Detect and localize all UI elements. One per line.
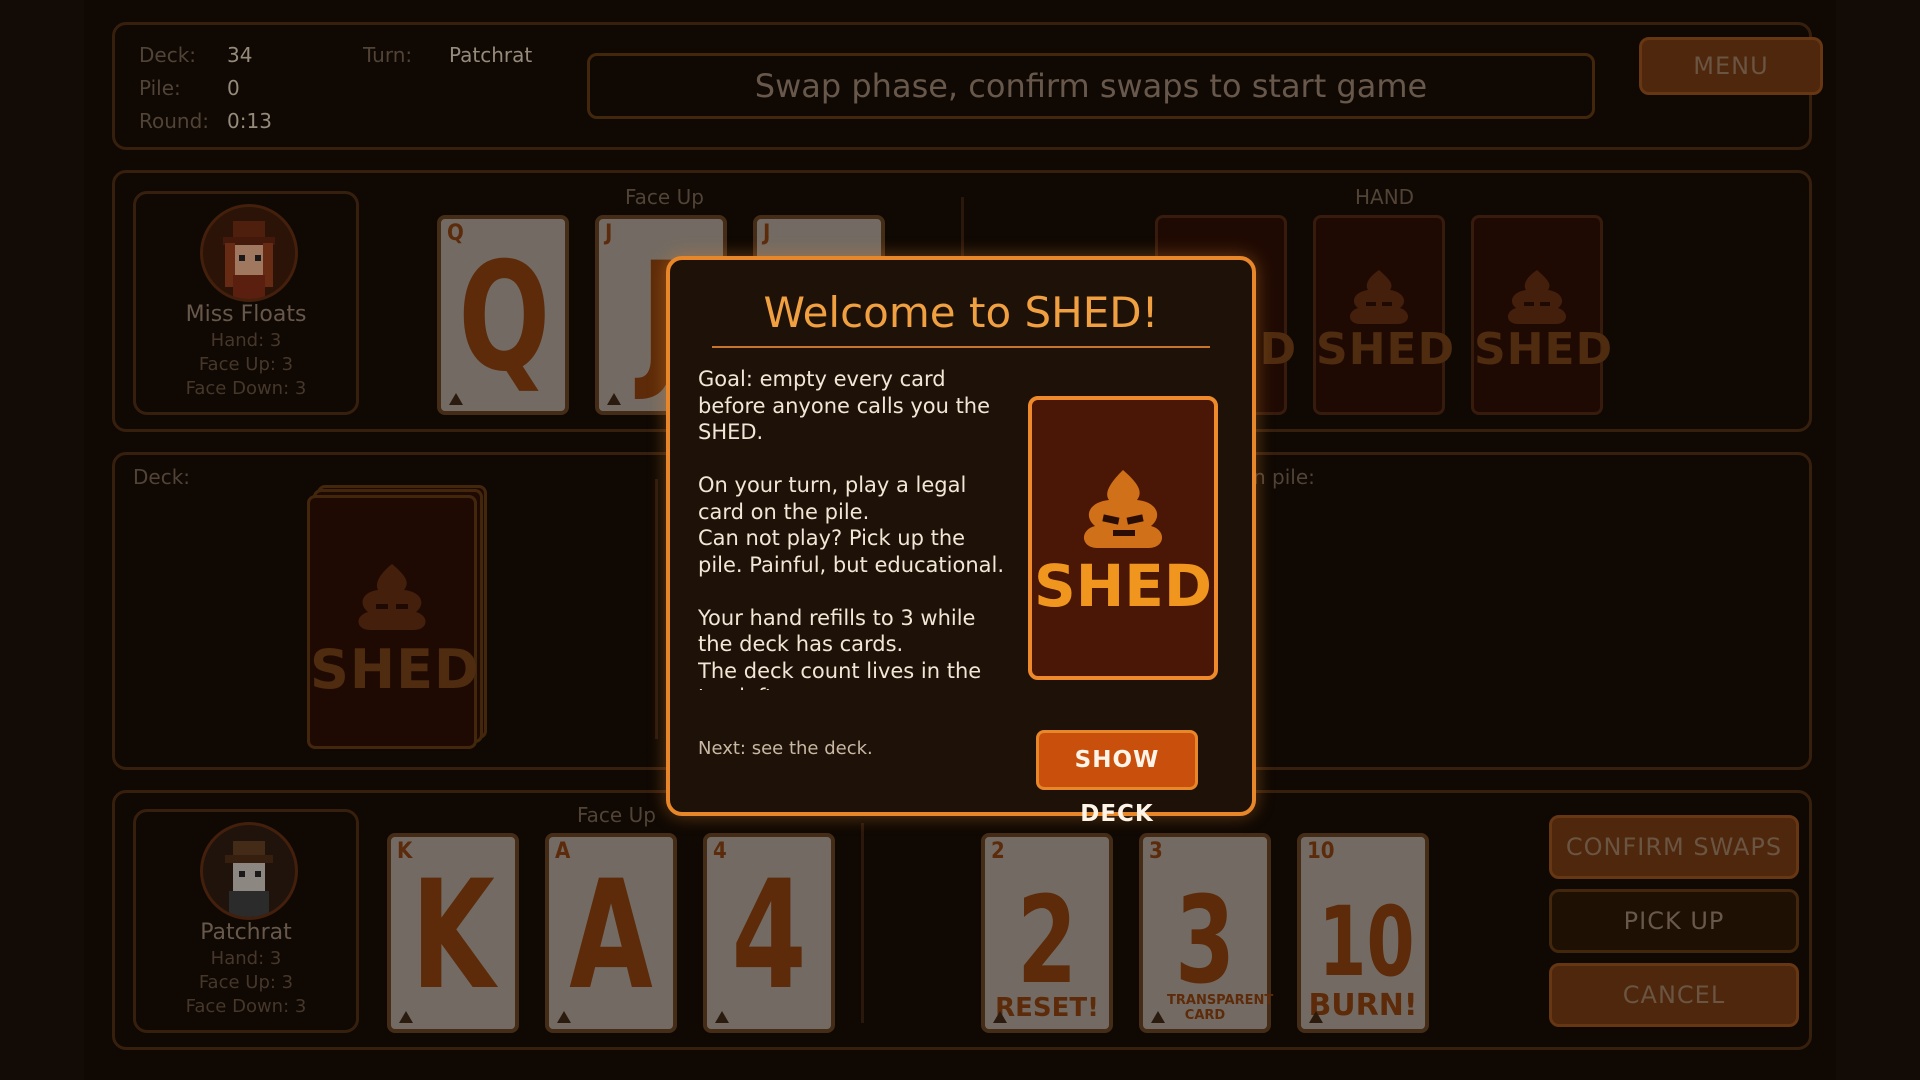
- dialog-title: Welcome to SHED!: [763, 288, 1159, 337]
- welcome-dialog: Welcome to SHED! Goal: empty every card …: [666, 256, 1256, 827]
- shed-logo-text: SHED: [1033, 552, 1213, 620]
- poop-mascot-icon: [1083, 470, 1163, 548]
- title-divider: [712, 346, 1210, 348]
- dialog-body-text[interactable]: Goal: empty every card before anyone cal…: [698, 366, 1008, 690]
- next-step-hint: Next: see the deck.: [698, 738, 873, 759]
- show-deck-button[interactable]: SHOW DECK: [1036, 730, 1198, 827]
- shed-card-illustration: SHED: [1028, 396, 1218, 680]
